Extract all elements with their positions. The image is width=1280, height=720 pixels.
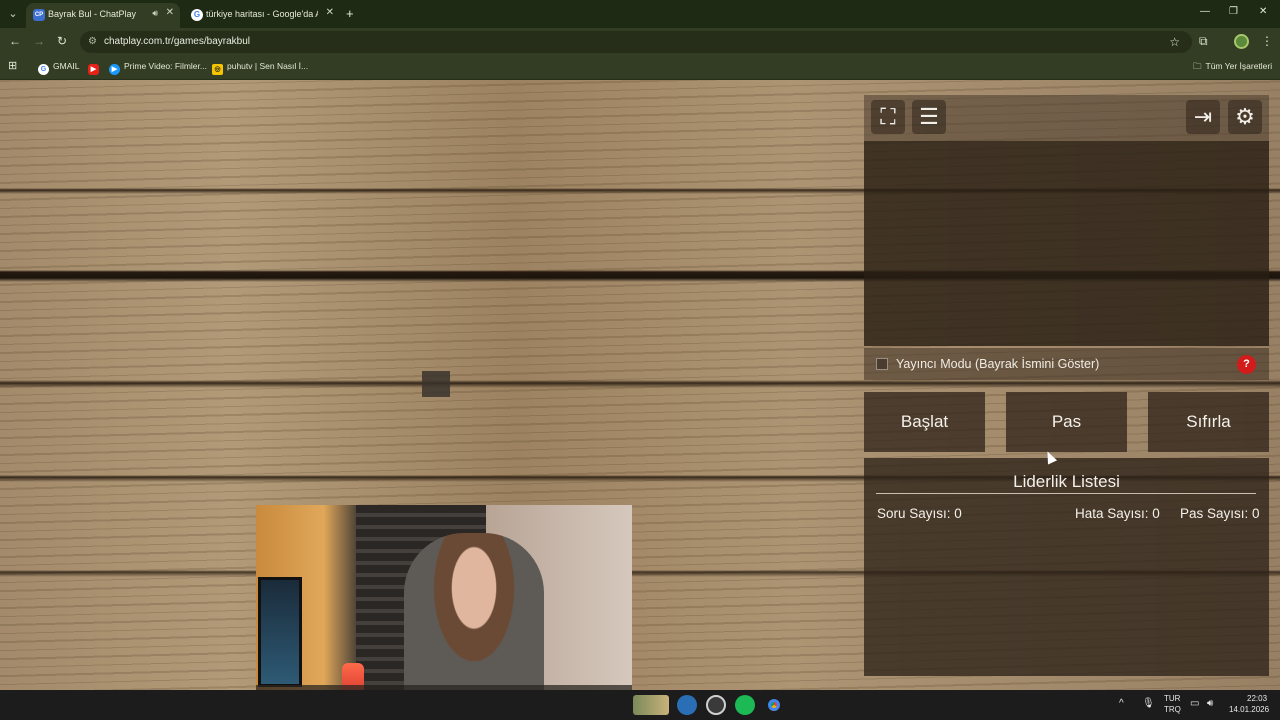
error-count: Hata Sayısı: 0 bbox=[1075, 506, 1160, 521]
close-icon[interactable]: ✕ bbox=[326, 7, 334, 18]
window-close-icon[interactable]: ✕ bbox=[1259, 6, 1267, 17]
taskbar-app-icon[interactable] bbox=[677, 695, 697, 715]
bookmark-gmail[interactable]: G GMAIL bbox=[38, 61, 79, 75]
exit-icon[interactable]: ⇥ bbox=[1186, 100, 1220, 134]
bookmark-star-icon[interactable]: ☆ bbox=[1169, 35, 1180, 49]
leaderboard-divider bbox=[876, 493, 1256, 494]
network-icon[interactable]: ▭ bbox=[1190, 698, 1199, 709]
microphone-icon[interactable]: 🎙︎ bbox=[1142, 698, 1155, 709]
flag-display-area bbox=[864, 141, 1269, 346]
pass-count: Pas Sayısı: 0 bbox=[1180, 506, 1260, 521]
bookmarks-bar: ⊞ G GMAIL ▶ ▶ Prime Video: Filmler... ◎ puh… bbox=[0, 56, 1280, 80]
language-top[interactable]: TUR bbox=[1164, 694, 1180, 703]
leaderboard-title: Liderlik Listesi bbox=[1013, 472, 1120, 491]
address-bar[interactable]: ⚙ chatplay.com.tr/games/bayrakbul ☆ bbox=[80, 31, 1192, 53]
tray-chevron-icon[interactable]: ^ bbox=[1119, 698, 1124, 709]
close-icon[interactable]: ✕ bbox=[166, 7, 174, 18]
tab-title: türkiye haritası - Google'da Ara bbox=[206, 9, 318, 19]
background-monitor bbox=[258, 577, 302, 687]
new-tab-button[interactable]: + bbox=[346, 6, 354, 21]
question-count: Soru Sayısı: 0 bbox=[877, 506, 962, 521]
help-button[interactable]: ? bbox=[1237, 355, 1256, 374]
tab-google-search[interactable]: G türkiye haritası - Google'da Ara ✕ bbox=[184, 3, 340, 28]
menu-icon[interactable]: ⋮ bbox=[1261, 34, 1273, 48]
taskbar-app-icon[interactable] bbox=[706, 695, 726, 715]
site-info-icon[interactable]: ⚙ bbox=[88, 36, 97, 47]
streamer-mode-checkbox[interactable] bbox=[876, 358, 888, 370]
address-toolbar: ← → ↻ ⚙ chatplay.com.tr/games/bayrakbul … bbox=[0, 28, 1280, 56]
chatplay-favicon-icon: CP bbox=[33, 9, 45, 21]
reset-button[interactable]: Sıfırla bbox=[1148, 392, 1269, 452]
clock-date[interactable]: 14.01.2026 bbox=[1229, 705, 1269, 714]
apps-grid-icon[interactable]: ⊞ bbox=[8, 59, 17, 72]
youtube-icon: ▶ bbox=[88, 64, 99, 75]
notes-icon[interactable]: ☰ bbox=[912, 100, 946, 134]
fullscreen-icon[interactable]: ⛶ bbox=[871, 100, 905, 134]
volume-icon[interactable]: 🔊︎ bbox=[1207, 698, 1213, 709]
chrome-icon[interactable] bbox=[764, 695, 784, 715]
folder-icon: 🗀 bbox=[1193, 61, 1202, 71]
puhutv-icon: ◎ bbox=[212, 64, 223, 75]
url-text[interactable]: chatplay.com.tr/games/bayrakbul bbox=[104, 36, 250, 47]
bookmark-prime-video[interactable]: ▶ Prime Video: Filmler... bbox=[109, 61, 207, 75]
tab-title: Bayrak Bul - ChatPlay bbox=[48, 9, 137, 19]
bookmark-youtube[interactable]: ▶ bbox=[88, 61, 103, 75]
tab-search-button[interactable]: ⌄ bbox=[4, 5, 22, 23]
streamer-mode-label[interactable]: Yayıncı Modu (Bayrak İsmini Göster) bbox=[896, 357, 1099, 371]
reload-icon[interactable]: ↻ bbox=[57, 34, 67, 48]
pass-button[interactable]: Pas bbox=[1006, 392, 1127, 452]
tab-bar: ⌄ CP Bayrak Bul - ChatPlay 🔊︎ ✕ G türkiy… bbox=[0, 0, 1280, 28]
google-icon: G bbox=[38, 64, 49, 75]
start-button[interactable]: Başlat bbox=[864, 392, 985, 452]
back-icon[interactable]: ← bbox=[9, 34, 21, 48]
tab-bayrak-bul[interactable]: CP Bayrak Bul - ChatPlay 🔊︎ ✕ bbox=[26, 3, 180, 28]
all-bookmarks[interactable]: 🗀 Tüm Yer İşaretleri bbox=[1193, 61, 1272, 75]
restore-icon[interactable]: ❐ bbox=[1229, 6, 1238, 17]
taskbar-app-thumbnail[interactable] bbox=[633, 695, 669, 715]
extensions-icon[interactable]: ⧉ bbox=[1199, 34, 1208, 49]
minimize-icon[interactable]: — bbox=[1200, 6, 1210, 17]
webcam-overlay bbox=[256, 505, 632, 716]
profile-avatar[interactable] bbox=[1234, 34, 1249, 49]
settings-gear-icon[interactable]: ⚙ bbox=[1228, 100, 1262, 134]
language-bottom[interactable]: TRQ bbox=[1164, 705, 1181, 714]
flag-placeholder bbox=[422, 371, 450, 397]
google-favicon-icon: G bbox=[191, 9, 203, 21]
clock-time[interactable]: 22:03 bbox=[1247, 694, 1267, 703]
bookmark-puhutv[interactable]: ◎ puhutv | Sen Nasıl İ... bbox=[212, 61, 308, 75]
forward-icon[interactable]: → bbox=[33, 34, 45, 48]
prime-video-icon: ▶ bbox=[109, 64, 120, 75]
speaker-icon[interactable]: 🔊︎ bbox=[152, 8, 158, 19]
spotify-icon[interactable] bbox=[735, 695, 755, 715]
